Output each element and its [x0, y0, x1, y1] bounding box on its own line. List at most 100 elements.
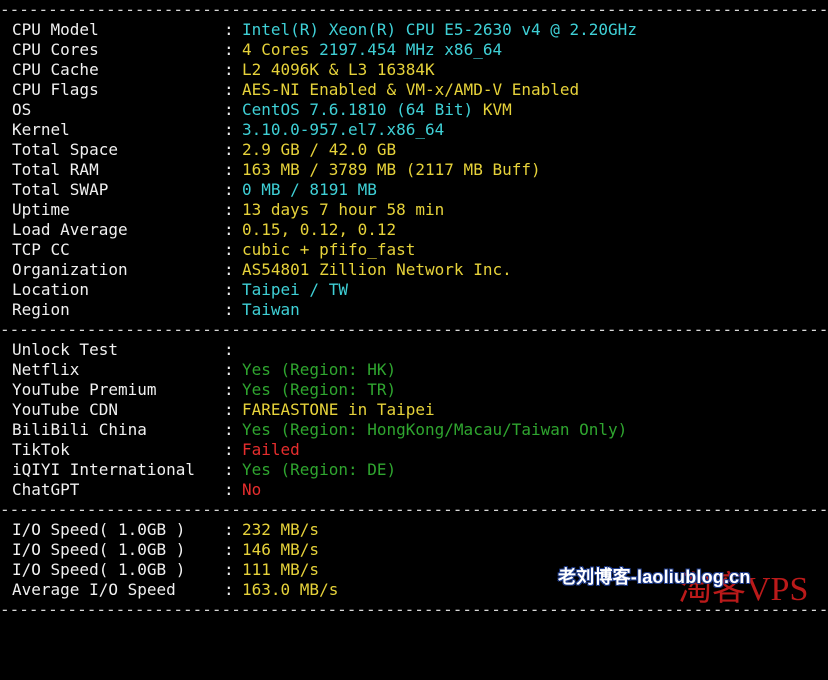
unlock-key: BiliBili China — [12, 420, 147, 439]
io-key: I/O Speed( 1.0GB ) — [12, 520, 186, 539]
io-value: 163.0 MB/s — [242, 580, 339, 599]
colon: : — [224, 200, 234, 219]
io-row-average: Average I/O Speed : 163.0 MB/s — [12, 580, 338, 600]
colon: : — [224, 80, 234, 99]
colon: : — [224, 100, 234, 119]
io-key: I/O Speed( 1.0GB ) — [12, 560, 186, 579]
info-row-cpu-cores: CPU Cores : 4 Cores 2197.454 MHz x86_64 — [12, 40, 502, 60]
info-value: 13 days 7 hour 58 min — [242, 200, 445, 219]
io-value: 232 MB/s — [242, 520, 320, 539]
info-value: 0.15, 0.12, 0.12 — [242, 220, 397, 239]
info-value: 3.10.0-957.el7.x86_64 — [242, 120, 445, 139]
info-row-total-swap: Total SWAP : 0 MB / 8191 MB — [12, 180, 377, 200]
info-key: Total Space — [12, 140, 118, 159]
unlock-value: Yes (Region: HongKong/Macau/Taiwan Only) — [242, 420, 628, 439]
info-key: Kernel — [12, 120, 70, 139]
info-key: Total SWAP — [12, 180, 109, 199]
colon: : — [224, 400, 234, 419]
info-value: AES-NI Enabled & VM-x/AMD-V Enabled — [242, 80, 580, 99]
colon: : — [224, 40, 234, 59]
info-row-region: Region : Taiwan — [12, 300, 300, 320]
colon: : — [224, 560, 234, 579]
info-value: 163 MB / 3789 MB (2117 MB Buff) — [242, 160, 541, 179]
info-value: 0 MB / 8191 MB — [242, 180, 377, 199]
separator-line: ----------------------------------------… — [0, 320, 828, 339]
watermark: 淘客VPS 老刘博客-laoliublog.cn — [558, 561, 818, 609]
info-row-location: Location : Taipei / TW — [12, 280, 348, 300]
io-key: Average I/O Speed — [12, 580, 176, 599]
info-row-kernel: Kernel : 3.10.0-957.el7.x86_64 — [12, 120, 444, 140]
colon: : — [224, 480, 234, 499]
info-key: TCP CC — [12, 240, 70, 259]
info-value: Intel(R) Xeon(R) CPU E5-2630 v4 @ 2.20GH… — [242, 20, 637, 39]
colon: : — [224, 280, 234, 299]
unlock-value: Failed — [242, 440, 300, 459]
info-key: CPU Cache — [12, 60, 99, 79]
info-value: cubic + pfifo_fast — [242, 240, 416, 259]
info-value: CentOS 7.6.1810 (64 Bit) KVM — [242, 100, 512, 119]
colon: : — [224, 140, 234, 159]
info-key: OS — [12, 100, 32, 119]
info-row-cpu-cache: CPU Cache : L2 4096K & L3 16384K — [12, 60, 435, 80]
io-value: 146 MB/s — [242, 540, 320, 559]
terminal-window: ----------------------------------------… — [0, 0, 828, 621]
info-key: Location — [12, 280, 90, 299]
unlock-row-header: Unlock Test : — [12, 340, 234, 360]
info-value: L2 4096K & L3 16384K — [242, 60, 435, 79]
colon: : — [224, 380, 234, 399]
unlock-key: TikTok — [12, 440, 70, 459]
info-row-cpu-model: CPU Model : Intel(R) Xeon(R) CPU E5-2630… — [12, 20, 637, 40]
colon: : — [224, 120, 234, 139]
info-key: Region — [12, 300, 70, 319]
colon: : — [224, 240, 234, 259]
unlock-row-netflix: Netflix : Yes (Region: HK) — [12, 360, 396, 380]
unlock-row-chatgpt: ChatGPT : No — [12, 480, 261, 500]
info-row-total-ram: Total RAM : 163 MB / 3789 MB (2117 MB Bu… — [12, 160, 541, 180]
unlock-key: YouTube Premium — [12, 380, 157, 399]
colon: : — [224, 60, 234, 79]
cores-freq: 2197.454 MHz x86_64 — [309, 40, 503, 59]
colon: : — [224, 220, 234, 239]
colon: : — [224, 520, 234, 539]
unlock-key: YouTube CDN — [12, 400, 118, 419]
unlock-row-bilibili: BiliBili China : Yes (Region: HongKong/M… — [12, 420, 627, 440]
colon: : — [224, 420, 234, 439]
io-value: 111 MB/s — [242, 560, 320, 579]
unlock-value: No — [242, 480, 262, 499]
unlock-key: ChatGPT — [12, 480, 80, 499]
colon: : — [224, 460, 234, 479]
info-row-load-average: Load Average : 0.15, 0.12, 0.12 — [12, 220, 396, 240]
colon: : — [224, 580, 234, 599]
info-row-os: OS : CentOS 7.6.1810 (64 Bit) KVM — [12, 100, 512, 120]
info-value: Taiwan — [242, 300, 300, 319]
watermark-blog-text: 老刘博客-laoliublog.cn — [558, 567, 751, 587]
io-row-1: I/O Speed( 1.0GB ) : 232 MB/s — [12, 520, 319, 540]
cores-count: 4 Cores — [242, 40, 310, 59]
colon: : — [224, 540, 234, 559]
info-key: Load Average — [12, 220, 128, 239]
info-value: 4 Cores 2197.454 MHz x86_64 — [242, 40, 502, 60]
colon: : — [224, 180, 234, 199]
info-key: CPU Flags — [12, 80, 99, 99]
info-row-total-space: Total Space : 2.9 GB / 42.0 GB — [12, 140, 396, 160]
info-row-organization: Organization : AS54801 Zillion Network I… — [12, 260, 512, 280]
unlock-row-iqiyi: iQIYI International : Yes (Region: DE) — [12, 460, 396, 480]
colon: : — [224, 20, 234, 39]
info-key: CPU Model — [12, 20, 99, 39]
info-row-tcp-cc: TCP CC : cubic + pfifo_fast — [12, 240, 415, 260]
info-row-uptime: Uptime : 13 days 7 hour 58 min — [12, 200, 444, 220]
separator-line: ----------------------------------------… — [0, 500, 828, 519]
io-key: I/O Speed( 1.0GB ) — [12, 540, 186, 559]
unlock-value: Yes (Region: HK) — [242, 360, 397, 379]
unlock-value: FAREASTONE in Taipei — [242, 400, 435, 419]
unlock-key: iQIYI International — [12, 460, 196, 479]
info-value: AS54801 Zillion Network Inc. — [242, 260, 512, 279]
info-value: Taipei / TW — [242, 280, 348, 299]
colon: : — [224, 260, 234, 279]
colon: : — [224, 340, 234, 359]
colon: : — [224, 160, 234, 179]
separator-line: ----------------------------------------… — [0, 0, 828, 19]
info-key: Total RAM — [12, 160, 99, 179]
info-row-cpu-flags: CPU Flags : AES-NI Enabled & VM-x/AMD-V … — [12, 80, 579, 100]
colon: : — [224, 360, 234, 379]
